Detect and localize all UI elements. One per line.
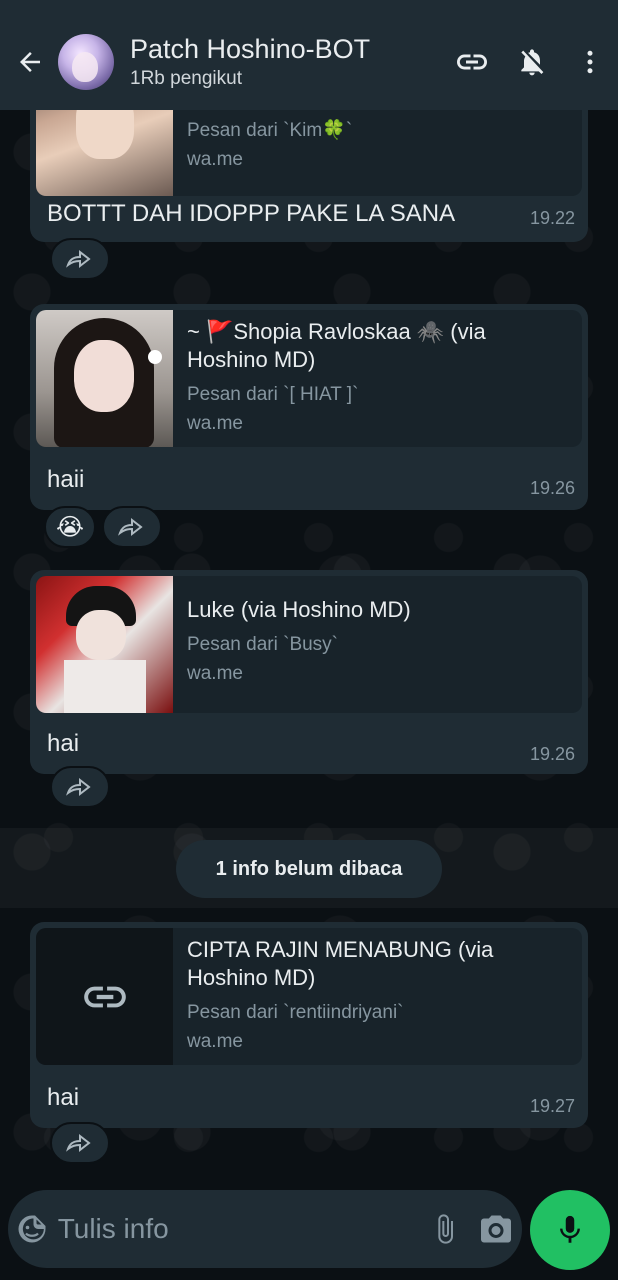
reaction-badge[interactable]: 😭 <box>44 506 96 548</box>
forward-icon <box>118 517 143 537</box>
reaction-emoji: 😭 <box>55 513 85 541</box>
message-time: 19.26 <box>529 478 575 498</box>
link-icon <box>83 986 126 1007</box>
preview-domain: wa.me <box>187 149 243 170</box>
message-bubble[interactable]: ~ 🚩Shopia Ravloskaa 🕷️ (via Hoshino MD) … <box>30 304 588 510</box>
voice-record-button[interactable] <box>530 1190 610 1270</box>
preview-thumbnail <box>36 576 173 713</box>
link-icon <box>457 54 487 70</box>
sticker-button[interactable] <box>8 1190 56 1268</box>
camera-icon <box>481 1215 512 1243</box>
arrow-left-icon <box>20 52 40 72</box>
unread-divider: 1 info belum dibaca <box>176 840 442 898</box>
message-time: 19.26 <box>529 744 575 764</box>
link-preview-card[interactable]: Pesan dari `Kim🍀` wa.me <box>36 110 582 196</box>
message-composer <box>8 1190 522 1268</box>
message-list[interactable]: Pesan dari `Kim🍀` wa.me BOTTT DAH IDOPPP… <box>0 110 618 1178</box>
message-input[interactable] <box>55 1190 419 1268</box>
message-bubble[interactable]: CIPTA RAJIN MENABUNG (via Hoshino MD) Pe… <box>30 922 588 1128</box>
channel-title: Patch Hoshino-BOT <box>130 34 371 64</box>
channel-info[interactable]: Patch Hoshino-BOT 1Rb pengikut <box>130 32 442 92</box>
preview-domain: wa.me <box>187 663 243 684</box>
link-preview-card[interactable]: CIPTA RAJIN MENABUNG (via Hoshino MD) Pe… <box>36 928 582 1065</box>
preview-sender: Pesan dari `rentiindriyani` <box>187 1002 404 1023</box>
message-time: 19.22 <box>529 208 575 228</box>
forward-icon <box>66 249 91 269</box>
preview-sender: Pesan dari `Busy` <box>187 634 339 655</box>
link-preview-card[interactable]: Luke (via Hoshino MD) Pesan dari `Busy` … <box>36 576 582 713</box>
mic-icon <box>560 1215 580 1243</box>
channel-avatar[interactable] <box>58 34 114 90</box>
sticker-icon <box>18 1215 46 1243</box>
message-text: hai <box>47 730 80 757</box>
camera-button[interactable] <box>470 1190 522 1268</box>
message-time: 19.27 <box>529 1096 575 1116</box>
status-bar <box>0 0 618 14</box>
forward-icon <box>66 777 91 797</box>
preview-sender: Pesan dari `[ HIAT ]` <box>187 384 359 405</box>
preview-domain: wa.me <box>187 413 243 434</box>
forward-button[interactable] <box>102 506 162 548</box>
preview-sender: Pesan dari `Kim🍀` <box>187 120 353 141</box>
chat-header: Patch Hoshino-BOT 1Rb pengikut <box>0 14 618 110</box>
mute-button[interactable] <box>502 14 562 110</box>
forward-button[interactable] <box>50 1122 110 1164</box>
follower-count: 1Rb pengikut <box>130 68 242 89</box>
preview-title: Luke (via Hoshino MD) <box>187 597 411 622</box>
link-preview-card[interactable]: ~ 🚩Shopia Ravloskaa 🕷️ (via Hoshino MD) … <box>36 310 582 447</box>
message-text: BOTTT DAH IDOPPP PAKE LA SANA <box>47 200 456 227</box>
forward-button[interactable] <box>50 238 110 280</box>
menu-button[interactable] <box>562 14 618 110</box>
message-bubble[interactable]: Luke (via Hoshino MD) Pesan dari `Busy` … <box>30 570 588 774</box>
forward-icon <box>66 1133 91 1153</box>
preview-thumbnail <box>36 110 173 196</box>
preview-domain: wa.me <box>187 1031 243 1052</box>
forward-button[interactable] <box>50 766 110 808</box>
bell-off-icon <box>521 49 544 76</box>
preview-thumbnail <box>36 310 173 447</box>
share-link-button[interactable] <box>442 14 502 110</box>
more-vert-icon <box>587 50 593 74</box>
back-button[interactable] <box>2 14 58 110</box>
preview-title: CIPTA RAJIN MENABUNG (via Hoshino MD) <box>187 937 494 990</box>
attach-icon <box>437 1214 453 1244</box>
message-bubble[interactable]: Pesan dari `Kim🍀` wa.me BOTTT DAH IDOPPP… <box>30 110 588 242</box>
preview-title: ~ 🚩Shopia Ravloskaa 🕷️ (via Hoshino MD) <box>187 319 486 372</box>
preview-thumbnail <box>36 928 173 1065</box>
message-text: hai <box>47 1084 80 1111</box>
message-text: haii <box>47 466 85 493</box>
attach-button[interactable] <box>419 1190 471 1268</box>
